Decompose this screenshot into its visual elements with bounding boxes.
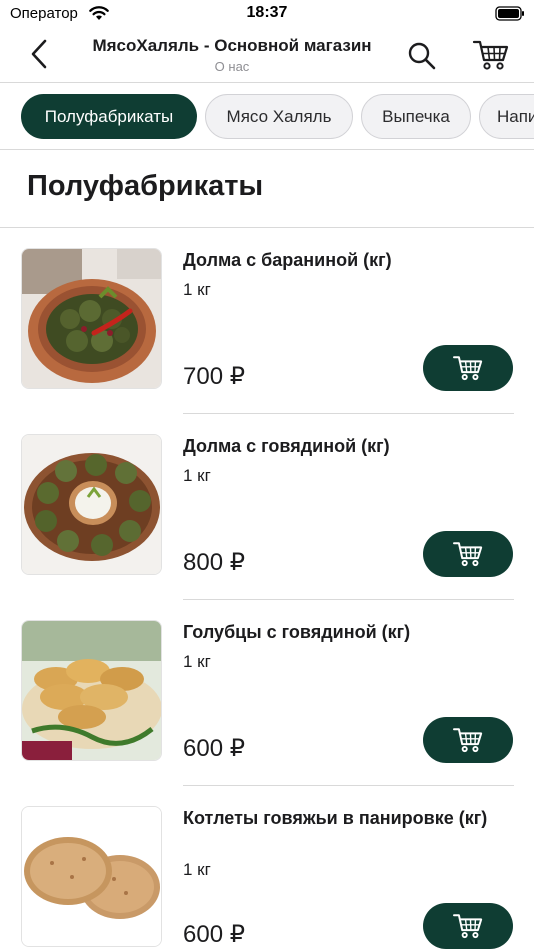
section-title: Полуфабрикаты [27, 170, 264, 202]
back-button[interactable] [26, 38, 54, 70]
product-row[interactable]: Голубцы с говядиной (кг) 1 кг 600 ₽ [0, 600, 534, 786]
search-button[interactable] [406, 40, 438, 72]
tab-halal-meat[interactable]: Мясо Халяль [205, 94, 353, 139]
product-image [21, 620, 162, 761]
tab-label: Напитки [497, 106, 534, 126]
product-image [21, 806, 162, 947]
product-price: 600 ₽ [183, 921, 245, 948]
product-image [21, 434, 162, 575]
product-name: Долма с говядиной (кг) [183, 436, 390, 456]
cart-icon [453, 914, 483, 939]
add-to-cart-button[interactable] [423, 717, 513, 763]
product-weight: 1 кг [183, 280, 211, 299]
cart-icon [453, 728, 483, 753]
product-name: Долма с бараниной (кг) [183, 250, 392, 270]
product-weight: 1 кг [183, 652, 211, 671]
tab-label: Выпечка [382, 106, 450, 126]
tab-label: Мясо Халяль [226, 106, 332, 126]
product-name: Голубцы с говядиной (кг) [183, 622, 411, 642]
battery-icon [495, 6, 524, 21]
product-price: 700 ₽ [183, 363, 245, 390]
search-icon [408, 42, 436, 70]
tab-bakery[interactable]: Выпечка [361, 94, 471, 139]
category-tabs: Полуфабрикаты Мясо Халяль Выпечка Напитк… [0, 83, 534, 150]
product-name: Котлеты говяжьи в панировке (кг) [183, 808, 488, 828]
dolma-lamb-photo [22, 249, 161, 388]
tab-semi-finished[interactable]: Полуфабрикаты [21, 94, 197, 139]
navigation-bar: МясоХаляль - Основной магазин О нас [0, 28, 534, 83]
product-price: 800 ₽ [183, 549, 245, 576]
cart-icon [472, 40, 509, 70]
add-to-cart-button[interactable] [423, 531, 513, 577]
breaded-cutlets-photo [22, 807, 161, 946]
chevron-left-icon [31, 39, 47, 69]
about-link[interactable]: О нас [70, 59, 394, 74]
cart-button[interactable] [472, 38, 510, 72]
product-row[interactable]: Долма с говядиной (кг) 1 кг 800 ₽ [0, 414, 534, 600]
dolma-beef-photo [22, 435, 161, 574]
tab-drinks[interactable]: Напитки [479, 94, 534, 139]
cabbage-rolls-photo [22, 621, 161, 760]
status-time: 18:37 [246, 4, 288, 21]
product-weight: 1 кг [183, 860, 211, 879]
product-image [21, 248, 162, 389]
add-to-cart-button[interactable] [423, 345, 513, 391]
tab-label: Полуфабрикаты [44, 106, 174, 126]
product-row[interactable]: Котлеты говяжьи в панировке (кг) 1 кг 60… [0, 786, 534, 950]
add-to-cart-button[interactable] [423, 903, 513, 949]
page-title: МясоХаляль - Основной магазин [92, 36, 372, 55]
cart-icon [453, 542, 483, 567]
product-price: 600 ₽ [183, 735, 245, 762]
cart-icon [453, 356, 483, 381]
status-bar: Оператор 18:37 [0, 0, 534, 28]
product-weight: 1 кг [183, 466, 211, 485]
product-row[interactable]: Долма с бараниной (кг) 1 кг 700 ₽ [0, 228, 534, 414]
